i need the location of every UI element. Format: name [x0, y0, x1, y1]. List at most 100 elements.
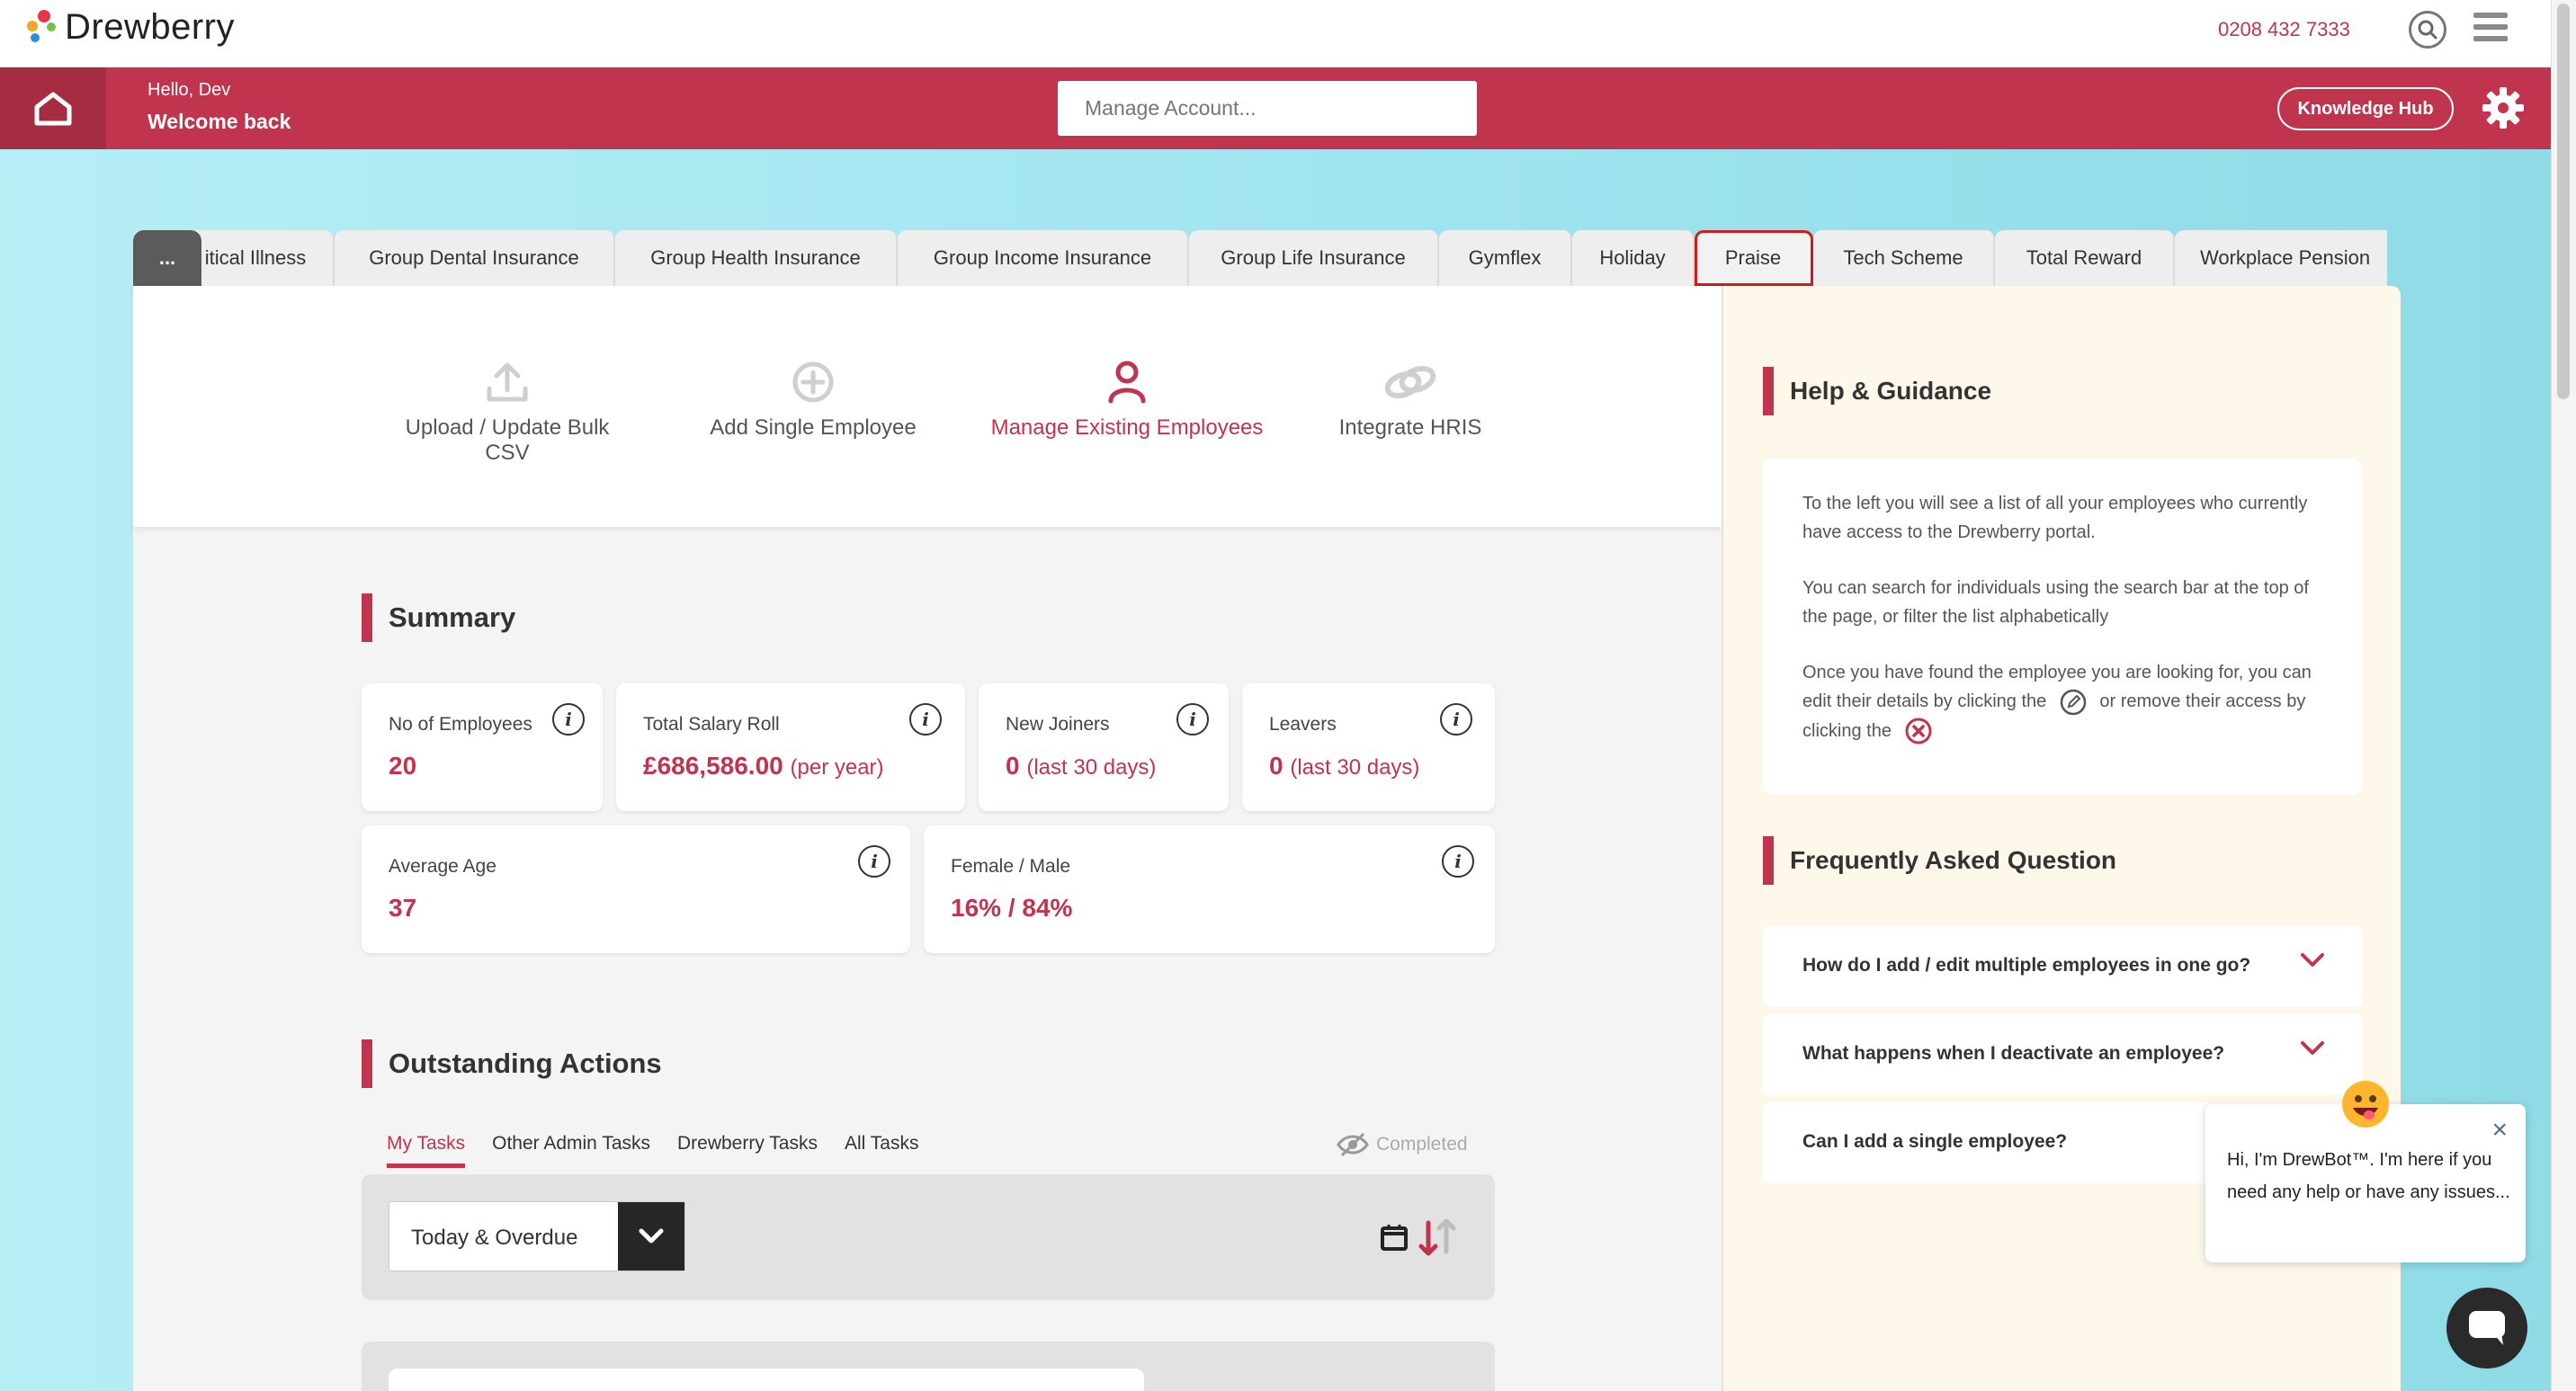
info-icon[interactable]: i	[1176, 703, 1209, 736]
tab-all-tasks[interactable]: All Tasks	[845, 1133, 918, 1168]
card-label: No of Employees	[389, 714, 532, 735]
chatbot-text: Hi, I'm DrewBot™. I'm here if you need a…	[2227, 1150, 2510, 1202]
completed-label: Completed	[1376, 1134, 1468, 1155]
tab-other-admin-tasks[interactable]: Other Admin Tasks	[492, 1133, 650, 1168]
card-value: 16% / 84%	[951, 894, 1073, 922]
knowledge-hub-button[interactable]: Knowledge Hub	[2277, 87, 2454, 130]
card-value: 0 (last 30 days)	[1006, 752, 1156, 780]
info-icon[interactable]: i	[1440, 703, 1472, 736]
tab-label: Praise	[1724, 246, 1782, 269]
task-period-value: Today & Overdue	[411, 1226, 578, 1250]
home-button[interactable]	[0, 67, 106, 149]
card-value: 20	[389, 752, 417, 780]
card-value-main: 0	[1006, 752, 1020, 780]
sort-icon[interactable]	[1416, 1216, 1459, 1259]
info-icon[interactable]: i	[858, 845, 890, 878]
main-panel: Upload / Update Bulk CSV Add Single Empl…	[133, 286, 1722, 1391]
search-icon[interactable]	[2409, 11, 2446, 49]
summary-heading: Summary	[362, 593, 515, 642]
user-icon	[1108, 361, 1146, 404]
tab-total-reward[interactable]: Total Reward	[1995, 230, 2175, 286]
faq-item[interactable]: How do I add / edit multiple employees i…	[1763, 926, 2362, 1007]
card-label: Female / Male	[951, 856, 1071, 877]
tab-gymflex[interactable]: Gymflex	[1439, 230, 1572, 286]
chat-bubble-icon	[2469, 1311, 2505, 1345]
close-icon[interactable]: ×	[2491, 1115, 2508, 1146]
eye-off-icon	[1337, 1132, 1369, 1157]
tab-praise[interactable]: Praise	[1695, 230, 1813, 286]
card-average-age: Average Age 37 i	[362, 825, 910, 953]
tab-group-life-insurance[interactable]: Group Life Insurance	[1189, 230, 1439, 286]
tab-label: Workplace Pension	[2200, 246, 2371, 269]
task-list-item	[389, 1369, 1144, 1391]
add-single-employee-label: Add Single Employee	[710, 415, 917, 440]
help-paragraph-3: Once you have found the employee you are…	[1802, 658, 2333, 745]
edit-icon	[2060, 689, 2087, 715]
tab-workplace-pension[interactable]: Workplace Pension	[2175, 230, 2387, 286]
account-bar: Hello, Dev Welcome back Knowledge Hub	[0, 67, 2551, 149]
upload-icon	[487, 362, 528, 402]
tab-drewberry-tasks[interactable]: Drewberry Tasks	[677, 1133, 818, 1168]
tab-label: Group Life Insurance	[1221, 246, 1406, 269]
chevron-down-icon[interactable]	[618, 1202, 684, 1271]
chatbot-message: × Hi, I'm DrewBot™. I'm here if you need…	[2205, 1104, 2526, 1262]
task-filter-bar: Today & Overdue	[362, 1174, 1495, 1300]
tab-group-income-insurance[interactable]: Group Income Insurance	[898, 230, 1189, 286]
card-no-of-employees: No of Employees 20 i	[362, 683, 603, 811]
home-icon	[34, 92, 72, 125]
chatbot-emoji-icon	[2342, 1081, 2389, 1128]
manage-account-input[interactable]	[1058, 81, 1477, 136]
info-icon[interactable]: i	[909, 703, 942, 736]
tab-label: itical Illness	[204, 246, 307, 269]
help-guidance-card: To the left you will see a list of all y…	[1763, 459, 2362, 795]
page-scrollbar[interactable]	[2551, 0, 2576, 1391]
calendar-icon[interactable]	[1380, 1223, 1409, 1252]
tab-label: Gymflex	[1468, 246, 1542, 269]
tab-holiday[interactable]: Holiday	[1572, 230, 1695, 286]
tab-my-tasks[interactable]: My Tasks	[387, 1133, 466, 1168]
scrollbar-thumb[interactable]	[2557, 4, 2570, 399]
card-label: Average Age	[389, 856, 496, 877]
info-icon[interactable]: i	[552, 703, 585, 736]
tab-group-dental-insurance[interactable]: Group Dental Insurance	[335, 230, 615, 286]
task-tabs: My Tasks Other Admin Tasks Drewberry Tas…	[387, 1133, 945, 1168]
tab-tech-scheme[interactable]: Tech Scheme	[1813, 230, 1995, 286]
help-text: To the left you will see a list of all y…	[1802, 489, 2333, 745]
faq-question: How do I add / edit multiple employees i…	[1802, 955, 2251, 976]
tab-label: Holiday	[1599, 246, 1666, 269]
phone-link[interactable]: 0208 432 7333	[2218, 18, 2350, 41]
tab-label: Group Dental Insurance	[369, 246, 579, 269]
card-value: £686,586.00 (per year)	[643, 752, 884, 780]
tab-group-health-insurance[interactable]: Group Health Insurance	[615, 230, 898, 286]
card-value-sub: (last 30 days)	[1026, 755, 1157, 780]
card-value-main: 0	[1269, 752, 1284, 780]
help-guidance-title: Help & Guidance	[1790, 377, 1992, 405]
faq-item[interactable]: What happens when I deactivate an employ…	[1763, 1014, 2362, 1095]
remove-icon	[1905, 718, 1931, 745]
upload-csv-label: Upload / Update Bulk CSV	[405, 415, 610, 465]
tab-label: Group Income Insurance	[933, 246, 1152, 269]
task-period-select[interactable]: Today & Overdue	[389, 1201, 685, 1271]
info-icon[interactable]: i	[1442, 845, 1474, 878]
manage-existing-employees-button[interactable]: Manage Existing Employees	[988, 360, 1266, 441]
manage-existing-employees-label: Manage Existing Employees	[990, 415, 1264, 440]
completed-toggle[interactable]: Completed	[1337, 1131, 1468, 1158]
logo-dots-icon	[27, 8, 61, 48]
logo-text: Drewberry	[65, 7, 235, 47]
tab-more-button[interactable]: ...	[133, 230, 201, 286]
card-value-sub: (last 30 days)	[1290, 755, 1420, 780]
add-single-employee-button[interactable]: Add Single Employee	[705, 360, 921, 441]
summary-title: Summary	[389, 602, 516, 633]
benefit-tabs: itical Illness Group Dental Insurance Gr…	[133, 230, 2387, 286]
help-paragraph-2: You can search for individuals using the…	[1802, 578, 2309, 627]
logo[interactable]: Drewberry	[27, 7, 235, 48]
integrate-hris-button[interactable]: Integrate HRIS	[1320, 360, 1500, 441]
card-value-main: £686,586.00	[643, 752, 783, 780]
help-guidance-heading: Help & Guidance	[1763, 367, 1991, 415]
chevron-down-icon	[2301, 953, 2324, 967]
chat-launcher-button[interactable]	[2446, 1288, 2527, 1369]
menu-icon[interactable]	[2473, 13, 2508, 43]
gear-icon[interactable]	[2481, 85, 2526, 130]
upload-csv-button[interactable]: Upload / Update Bulk CSV	[394, 360, 621, 466]
chevron-down-icon	[2301, 1041, 2324, 1055]
